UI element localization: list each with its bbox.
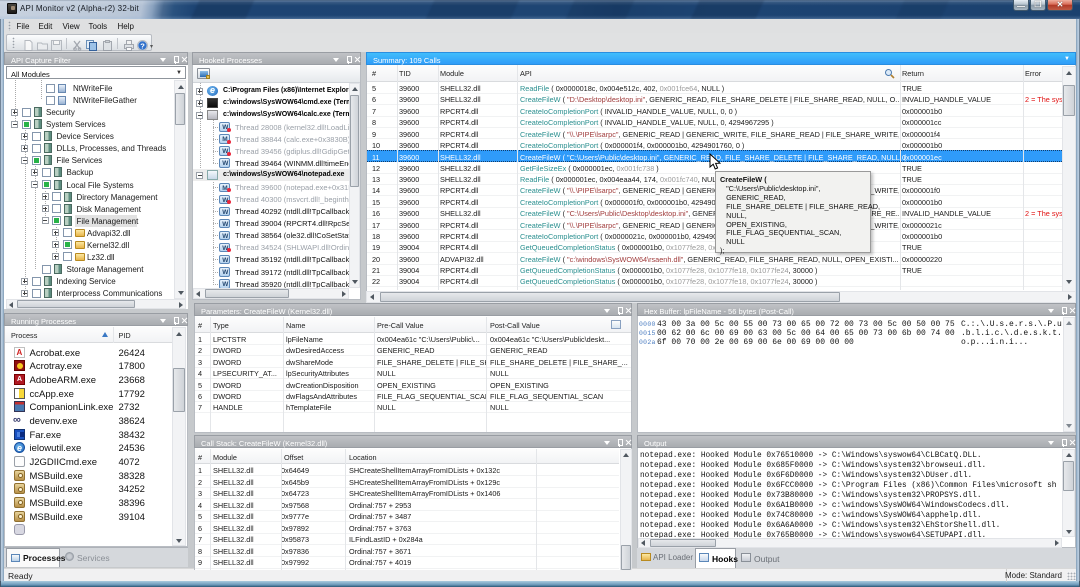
svg-text:?: ? xyxy=(140,41,145,50)
